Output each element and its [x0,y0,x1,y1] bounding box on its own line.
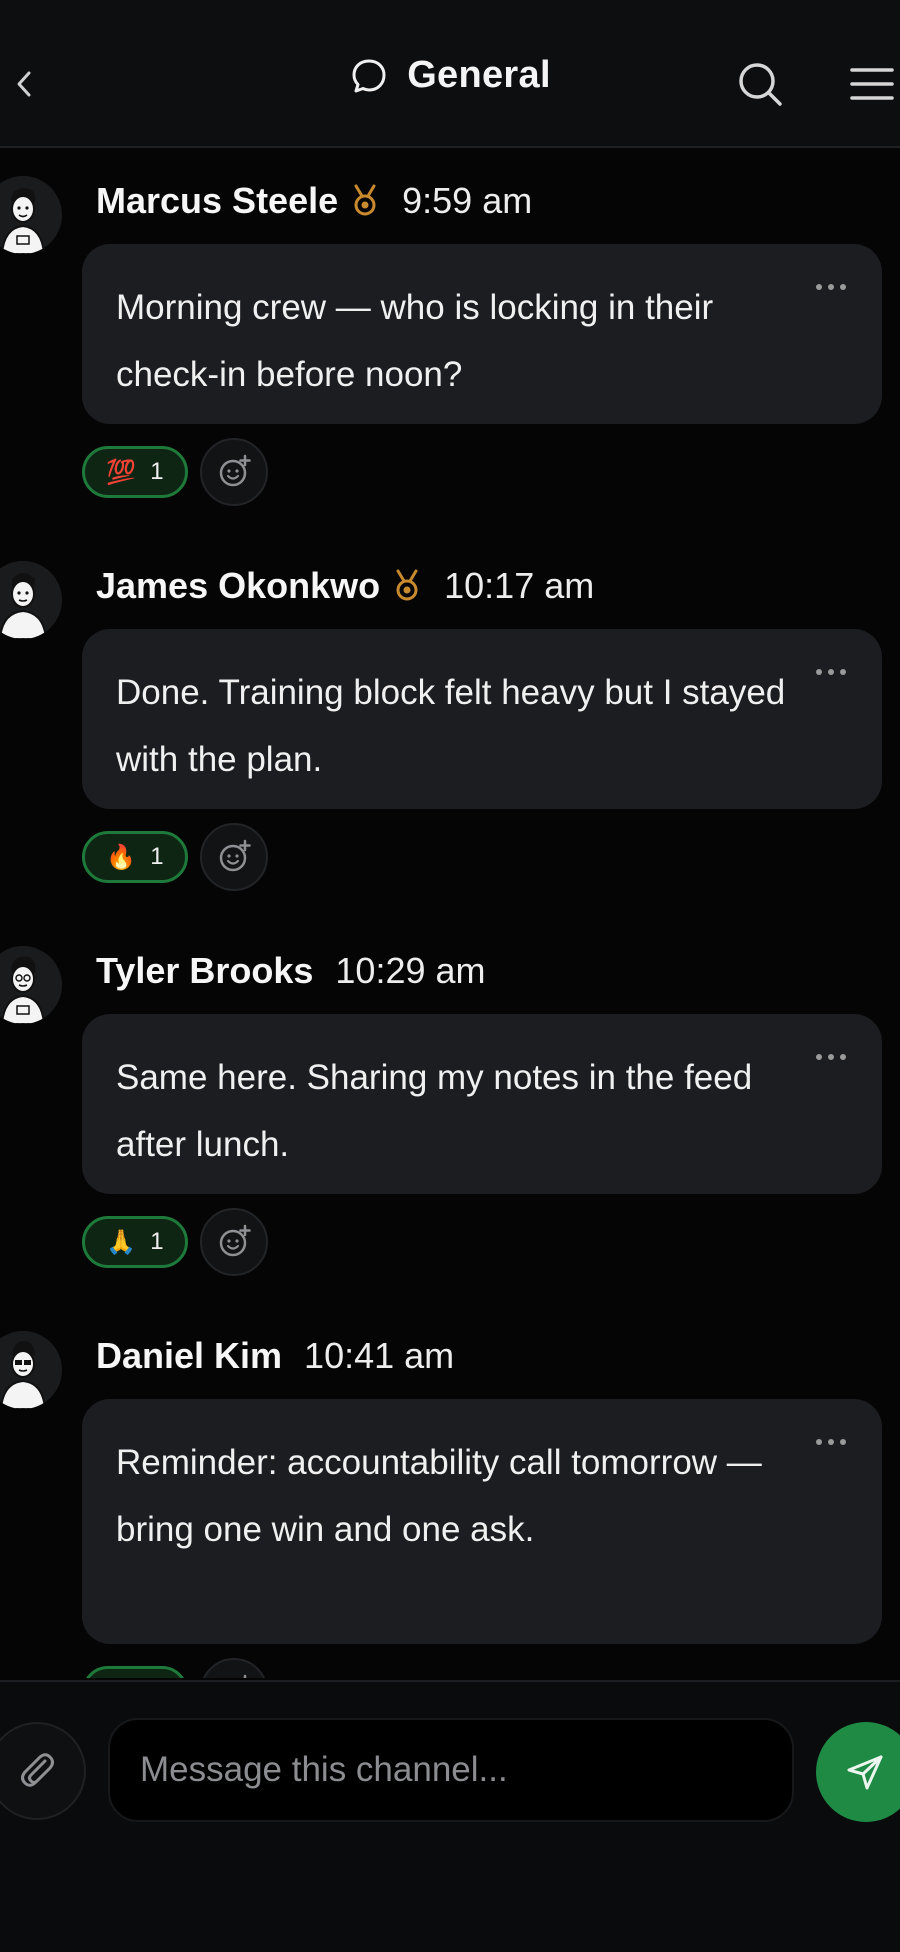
reaction-count: 1 [150,458,164,485]
message-time: 10:29 am [335,950,486,991]
search-button[interactable] [734,58,786,110]
more-options-button[interactable] [816,1435,852,1449]
more-options-button[interactable] [816,665,852,679]
reaction-emoji: 🔥 [106,843,137,871]
add-reaction-button[interactable] [200,1208,268,1276]
reactions-row: 🙏 1 [82,1208,268,1276]
more-dot [828,1054,834,1060]
message-time: 10:17 am [444,565,595,606]
message-header: Daniel Kim 10:41 am [96,1333,454,1379]
message-item: Daniel Kim 10:41 am Reminder: accountabi… [0,1303,900,1678]
add-emoji-icon [219,1224,251,1257]
avatar-illustration [0,176,62,254]
reaction-chip[interactable]: 🙏 1 [82,1216,188,1268]
more-dot [840,669,846,675]
add-emoji-icon [243,1674,247,1678]
author-name[interactable]: James Okonkwo [96,565,380,607]
reactions-row [82,1658,268,1678]
reaction-emoji: 💯 [106,458,137,486]
chat-bubble-icon [352,59,386,92]
more-dot [840,284,846,290]
more-dot [816,669,822,675]
reaction-count: 1 [150,1228,164,1255]
message-feed[interactable]: Marcus Steele 9:59 am Morning crew — who… [0,148,900,1678]
avatar-illustration [0,561,62,639]
message-item: James Okonkwo 10:17 am Done. Training bl… [0,533,900,918]
author-name[interactable]: Tyler Brooks [96,950,313,992]
avatar[interactable] [0,176,62,254]
paperclip-icon [21,1753,54,1787]
message-composer [0,1680,900,1952]
add-emoji-icon [219,454,251,487]
channel-header: General [0,0,900,148]
author-name[interactable]: Daniel Kim [96,1335,282,1377]
more-options-button[interactable] [816,280,852,294]
message-bubble[interactable]: Same here. Sharing my notes in the feed … [82,1014,882,1194]
author-name[interactable]: Marcus Steele [96,180,338,222]
menu-icon [850,68,894,100]
message-item: Marcus Steele 9:59 am Morning crew — who… [0,148,900,533]
message-text: Reminder: accountability call tomorrow —… [116,1443,762,1549]
message-item: Tyler Brooks 10:29 am Same here. Sharing… [0,918,900,1303]
add-reaction-button[interactable] [200,1658,268,1678]
avatar[interactable] [0,946,62,1024]
message-header: James Okonkwo 10:17 am [96,563,594,609]
avatar-illustration [0,946,62,1024]
more-dot [816,284,822,290]
message-bubble[interactable]: Reminder: accountability call tomorrow —… [82,1399,882,1644]
medal-badge-icon [350,184,380,218]
add-reaction-button[interactable] [200,438,268,506]
channel-title: General [407,54,551,96]
menu-button[interactable] [848,62,894,106]
more-dot [828,284,834,290]
message-text: Done. Training block felt heavy but I st… [116,673,786,779]
message-time: 10:41 am [304,1335,455,1376]
message-bubble[interactable]: Morning crew — who is locking in their c… [82,244,882,424]
search-icon [739,63,782,106]
message-text: Same here. Sharing my notes in the feed … [116,1058,753,1164]
more-options-button[interactable] [816,1050,852,1064]
avatar[interactable] [0,1331,62,1409]
avatar-illustration [0,1331,62,1409]
reaction-count: 1 [150,843,164,870]
more-dot [816,1439,822,1445]
more-dot [816,1054,822,1060]
attach-button[interactable] [0,1722,86,1820]
more-dot [828,669,834,675]
more-dot [840,1054,846,1060]
reaction-chip[interactable]: 💯 1 [82,446,188,498]
medal-badge-icon [392,569,422,603]
message-header: Tyler Brooks 10:29 am [96,948,486,994]
add-reaction-button[interactable] [200,823,268,891]
avatar[interactable] [0,561,62,639]
reaction-chip[interactable] [82,1666,188,1678]
reactions-row: 💯 1 [82,438,268,506]
reaction-chip[interactable]: 🔥 1 [82,831,188,883]
more-dot [840,1439,846,1445]
message-header: Marcus Steele 9:59 am [96,178,532,224]
reactions-row: 🔥 1 [82,823,268,891]
more-dot [828,1439,834,1445]
message-time: 9:59 am [402,180,533,221]
message-text: Morning crew — who is locking in their c… [116,288,714,394]
message-input[interactable] [108,1718,794,1822]
reaction-emoji: 🙏 [106,1228,137,1256]
message-bubble[interactable]: Done. Training block felt heavy but I st… [82,629,882,809]
send-icon [847,1755,883,1790]
send-button[interactable] [816,1722,900,1822]
add-emoji-icon [219,839,251,872]
